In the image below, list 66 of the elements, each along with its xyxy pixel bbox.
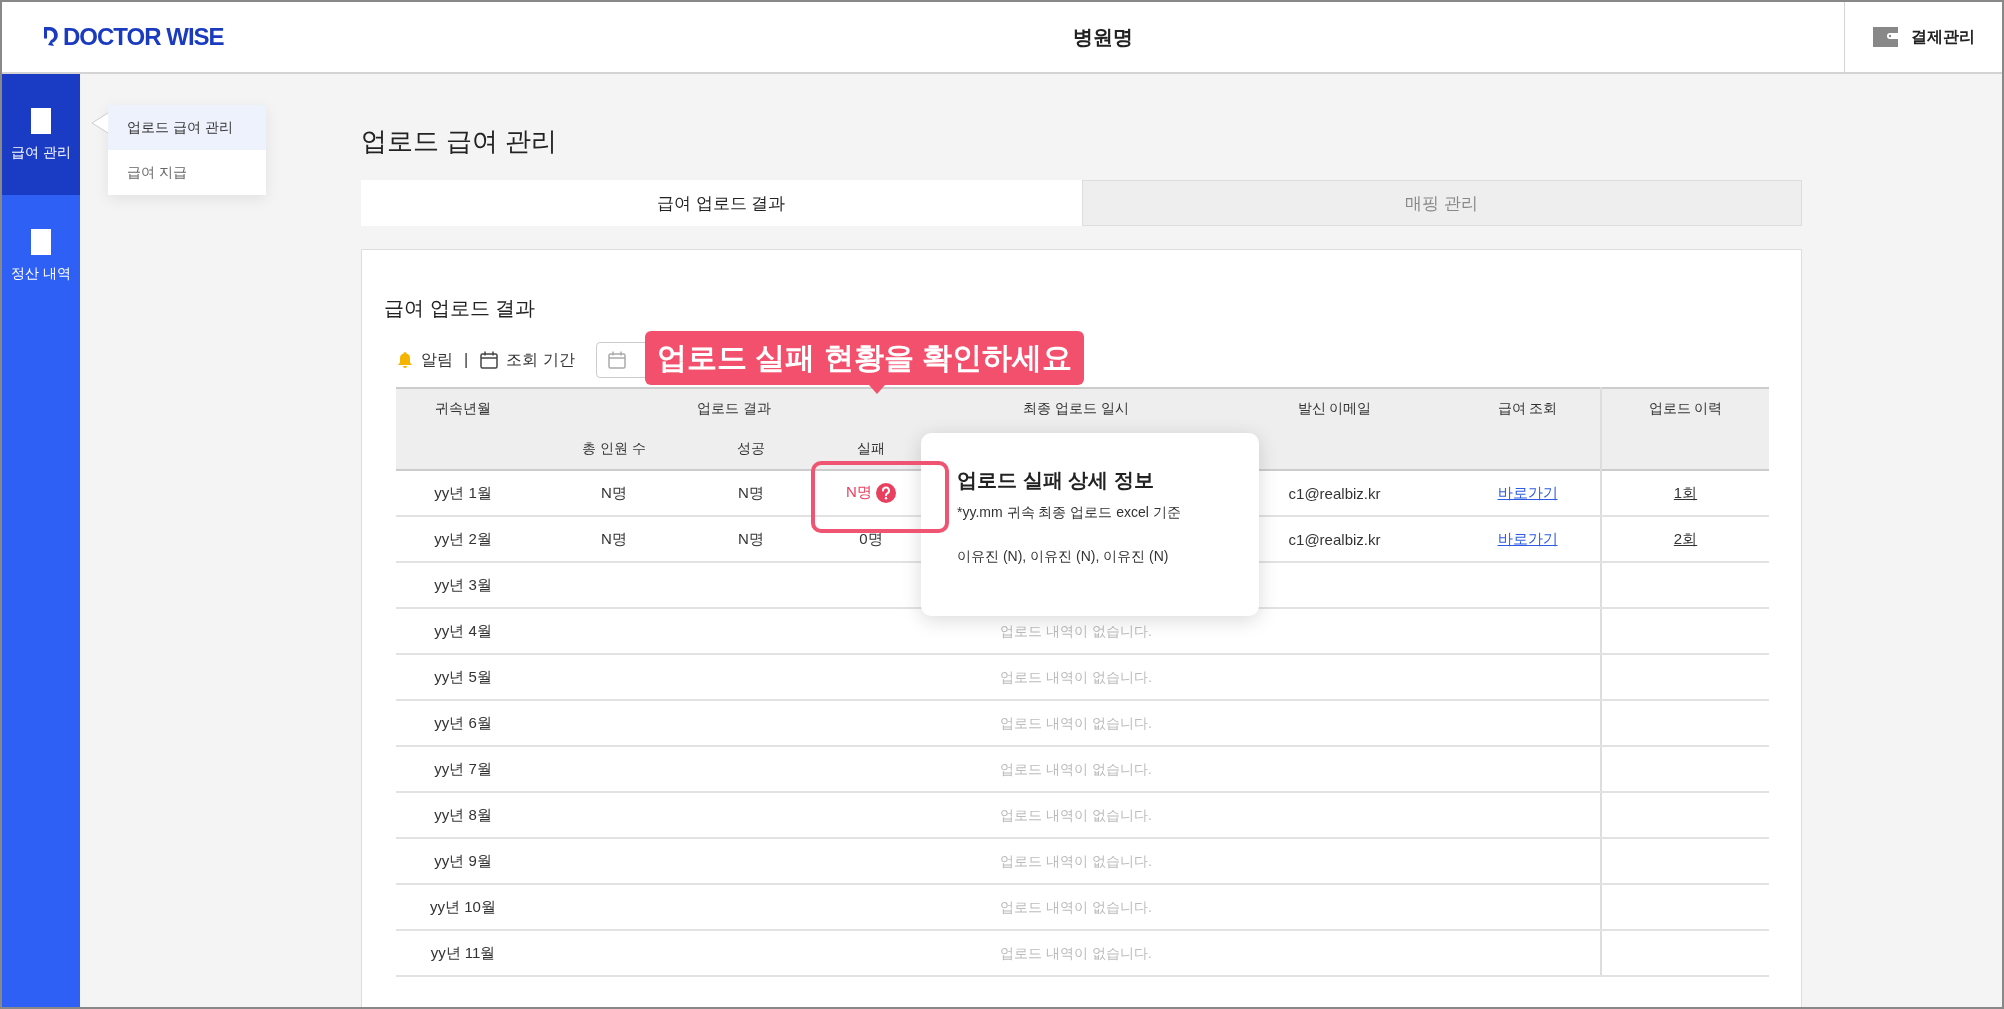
empty-message: 업로드 내역이 없습니다.: [1000, 852, 1152, 869]
shortcut-link[interactable]: 바로가기: [1497, 529, 1558, 547]
calendar-icon: [479, 350, 500, 370]
menu-pointer: [91, 112, 108, 134]
table-cell: yy년 11월: [430, 943, 496, 961]
period-label: 조회 기간: [506, 349, 575, 370]
table-cell: N명: [738, 483, 764, 501]
history-link[interactable]: 1회: [1673, 483, 1698, 501]
popup-title: 업로드 실패 상세 정보: [957, 468, 1155, 493]
callout-tooltip: 업로드 실패 현황을 확인하세요: [645, 331, 1084, 394]
column-header: 성공: [737, 440, 765, 456]
table-cell: yy년 4월: [434, 621, 492, 639]
column-header: 최종 업로드 일시: [1023, 400, 1129, 416]
table-cell: N명: [601, 529, 627, 547]
failed-names: 이유진 (N), 이유진 (N), 이유진 (N): [957, 548, 1170, 566]
empty-message: 업로드 내역이 없습니다.: [1000, 760, 1152, 777]
submenu-item[interactable]: 업로드 급여 관리: [108, 105, 266, 150]
document-icon: [31, 228, 51, 255]
table-cell: c1@realbiz.kr: [1288, 530, 1381, 548]
bell-icon: [396, 351, 414, 369]
empty-message: 업로드 내역이 없습니다.: [1000, 622, 1152, 639]
column-header: 발신 이메일: [1297, 400, 1372, 416]
table-cell: N명: [738, 529, 764, 547]
column-header: 총 인원 수: [582, 440, 646, 456]
table-cell: yy년 5월: [434, 667, 492, 685]
table-cell: yy년 2월: [434, 529, 492, 547]
page-title: 업로드 급여 관리: [361, 125, 559, 158]
submenu-item[interactable]: 급여 지급: [108, 150, 266, 195]
column-header: 귀속년월: [435, 400, 491, 416]
separator: |: [464, 351, 469, 369]
table-cell: yy년 10월: [430, 897, 496, 915]
empty-message: 업로드 내역이 없습니다.: [1000, 898, 1152, 915]
table-cell: yy년 3월: [434, 575, 492, 593]
column-header: 업로드 이력: [1648, 400, 1723, 416]
document-icon: [31, 107, 51, 134]
column-header: 급여 조회: [1497, 400, 1558, 416]
table-cell: 0명: [859, 529, 883, 547]
column-header: 실패: [857, 440, 885, 456]
history-link[interactable]: 2회: [1673, 529, 1698, 547]
table-cell: N명: [601, 483, 627, 501]
alert-label: 알림: [421, 349, 453, 370]
column-header: 업로드 결과: [697, 400, 771, 416]
table-cell: yy년 6월: [434, 713, 492, 731]
empty-message: 업로드 내역이 없습니다.: [1000, 668, 1152, 685]
callout-pointer: [869, 385, 885, 394]
table-cell: N명: [846, 483, 872, 500]
calendar-icon: [606, 350, 627, 370]
table-cell: yy년 8월: [434, 805, 492, 823]
wallet-icon: [1872, 26, 1899, 48]
empty-message: 업로드 내역이 없습니다.: [1000, 714, 1152, 731]
logo-text: DOCTOR WISE: [63, 23, 224, 51]
hospital-name: 병원명: [1072, 24, 1134, 50]
table-cell: yy년 7월: [434, 759, 492, 777]
popup-note: *yy.mm 귀속 최종 업로드 excel 기준: [957, 504, 1182, 522]
logo-icon: [42, 25, 60, 49]
sidebar-item[interactable]: 급여 관리: [2, 74, 80, 195]
section-title: 급여 업로드 결과: [384, 296, 537, 321]
table-cell: yy년 9월: [434, 851, 492, 869]
table-cell: c1@realbiz.kr: [1288, 484, 1381, 502]
table-cell: yy년 1월: [434, 483, 492, 501]
sidebar-item[interactable]: 정산 내역: [2, 195, 80, 316]
empty-message: 업로드 내역이 없습니다.: [1000, 944, 1152, 961]
help-icon: [875, 483, 896, 503]
empty-message: 업로드 내역이 없습니다.: [1000, 806, 1152, 823]
tab[interactable]: 급여 업로드 결과: [361, 180, 1082, 226]
shortcut-link[interactable]: 바로가기: [1497, 483, 1558, 501]
